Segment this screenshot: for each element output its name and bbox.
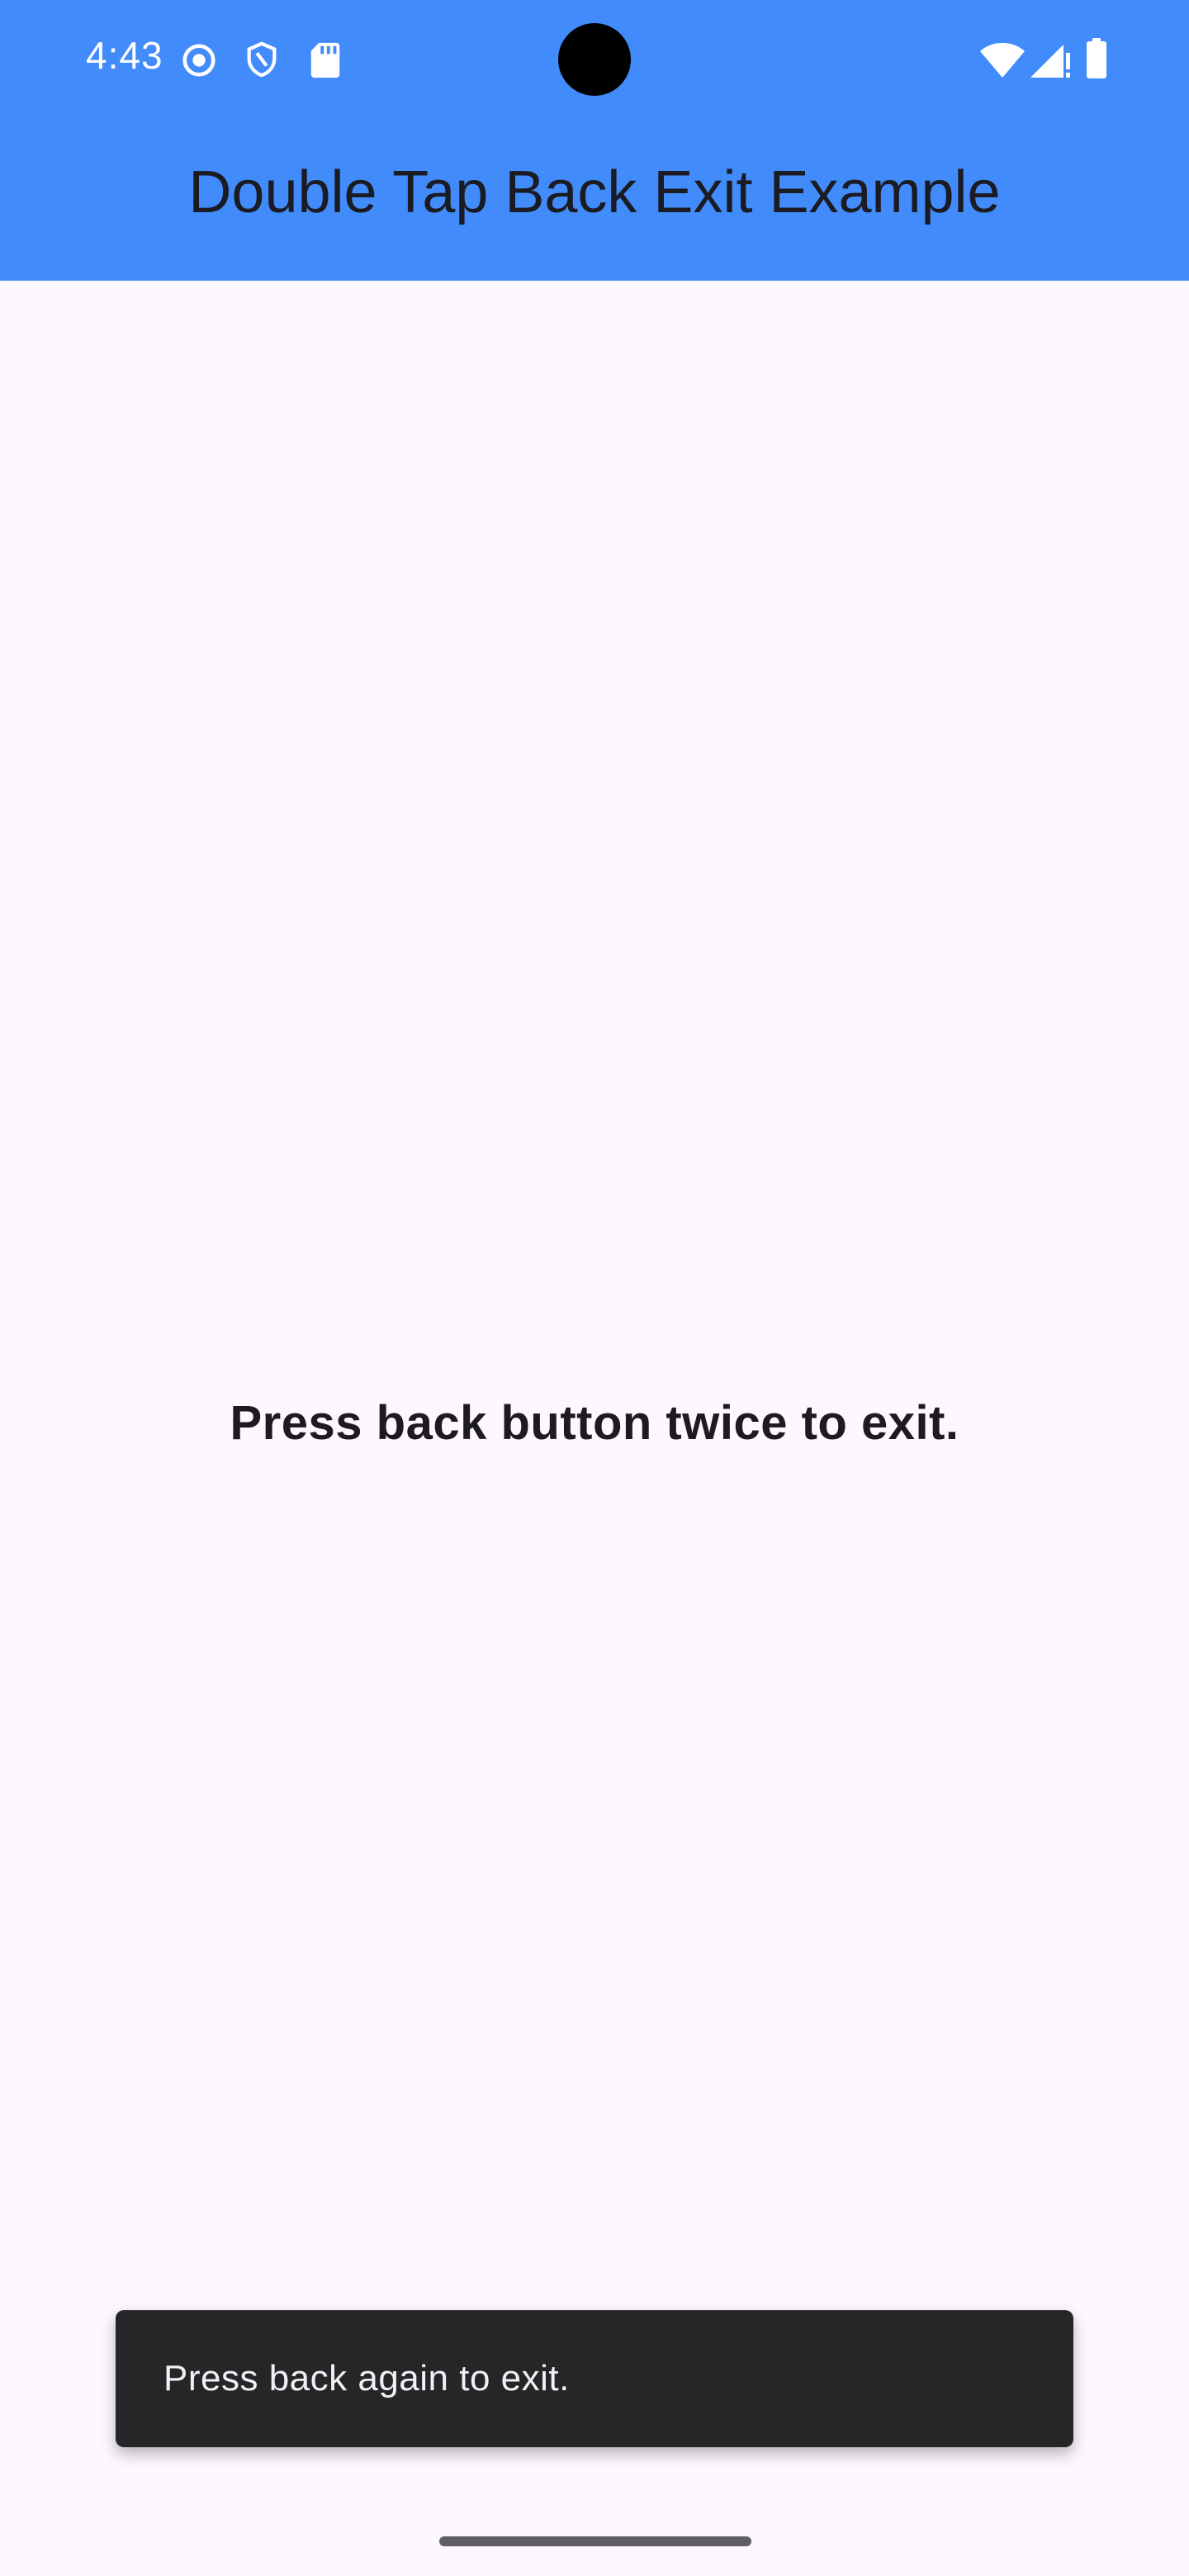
snackbar: Press back again to exit. xyxy=(116,2310,1073,2447)
status-time: 4:43 xyxy=(86,34,163,77)
vpn-shield-icon xyxy=(247,41,277,78)
snackbar-text: Press back again to exit. xyxy=(163,2358,570,2398)
wifi-icon xyxy=(980,43,1025,78)
gesture-navigation-bar[interactable] xyxy=(439,2536,751,2546)
screen-record-icon xyxy=(182,44,216,77)
battery-icon xyxy=(1087,38,1106,78)
app-bar: Double Tap Back Exit Example xyxy=(0,116,1189,281)
status-bar: 4:43 xyxy=(0,0,1189,116)
app-title: Double Tap Back Exit Example xyxy=(188,159,1001,225)
camera-cutout xyxy=(558,23,631,96)
cell-signal-icon xyxy=(1030,45,1070,78)
sd-card-icon xyxy=(310,42,340,78)
body-message: Press back button twice to exit. xyxy=(230,1396,959,1450)
